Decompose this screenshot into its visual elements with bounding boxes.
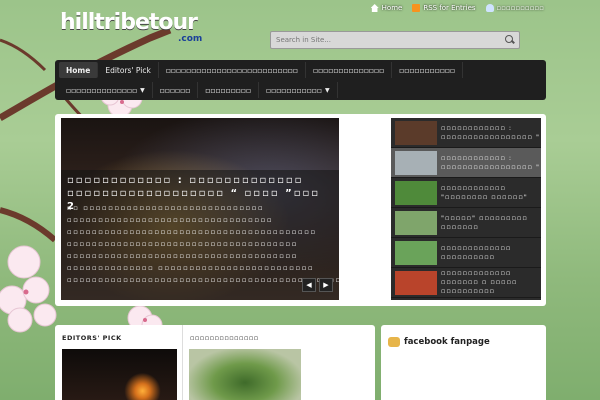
search-box <box>270 31 520 49</box>
editors-pick-heading: EDITORS' PICK <box>62 334 122 342</box>
logo-suffix: .com <box>178 34 203 44</box>
nav-item-8[interactable]: ▫▫▫▫▫▫▫▫▫ <box>198 82 260 98</box>
editors-pick-panel: EDITORS' PICK ▫▫▫▫▫▫▫▫▫▫▫▫▫▫ <box>55 325 375 400</box>
top-links: Home RSS for Entries ▫▫▫▫▫▫▫▫▫▫ <box>370 4 544 12</box>
nav-row-2: ▫▫▫▫▫▫▫▫▫▫▫▫▫▫ ▼ ▫▫▫▫▫▫ ▫▫▫▫▫▫▫▫▫ ▫▫▫▫▫▫… <box>55 80 546 100</box>
facebook-panel: facebook fanpage <box>381 325 546 400</box>
facebook-title[interactable]: facebook fanpage <box>404 337 490 347</box>
thumb-image <box>395 180 437 205</box>
chevron-down-icon: ▼ <box>324 86 330 94</box>
thumb-item[interactable]: ▫▫▫▫▫▫▫▫▫▫▫▫ "▫▫▫▫▫▫▫▫ ▫▫▫▫▫▫" <box>391 178 541 208</box>
nav-item-4[interactable]: ▫▫▫▫▫▫▫▫▫▫▫▫▫▫ <box>306 62 393 78</box>
main-nav: Home Editors' Pick ▫▫▫▫▫▫▫▫▫▫▫▫▫▫▫▫▫▫▫▫▫… <box>55 60 546 100</box>
nav-item-7[interactable]: ▫▫▫▫▫▫ <box>153 82 199 98</box>
thumb-image <box>395 270 437 295</box>
editors-pick-column: EDITORS' PICK <box>55 325 183 400</box>
search-icon[interactable] <box>503 33 517 47</box>
toplink-rss[interactable]: RSS for Entries <box>412 4 476 12</box>
site-logo[interactable]: hilltribetour .com <box>60 8 203 46</box>
chevron-down-icon: ▼ <box>140 86 145 94</box>
toplink-rss-label: RSS for Entries <box>423 4 476 12</box>
thumb-title: ▫▫▫▫▫▫▫▫▫▫▫▫ "▫▫▫▫▫▫▫▫ ▫▫▫▫▫▫" <box>441 183 528 201</box>
category-column: ▫▫▫▫▫▫▫▫▫▫▫▫▫▫ <box>183 325 375 400</box>
thumb-image <box>395 240 437 265</box>
thumb-item[interactable]: "▫▫▫▫▫" ▫▫▫▫▫▫▫▫▫ ▫▫▫▫▫▫▫ <box>391 208 541 238</box>
nav-item-3[interactable]: ▫▫▫▫▫▫▫▫▫▫▫▫▫▫▫▫▫▫▫▫▫▫▫▫▫▫ <box>159 62 306 78</box>
nav-item-9-label: ▫▫▫▫▫▫▫▫▫▫▫ <box>266 85 322 95</box>
toplink-user-label: ▫▫▫▫▫▫▫▫▫▫ <box>496 4 544 12</box>
thumb-image <box>395 120 437 145</box>
nav-row-1: Home Editors' Pick ▫▫▫▫▫▫▫▫▫▫▫▫▫▫▫▫▫▫▫▫▫… <box>55 60 546 80</box>
prev-slide-button[interactable]: ◀ <box>302 278 316 292</box>
category-heading[interactable]: ▫▫▫▫▫▫▫▫▫▫▫▫▫▫ <box>183 325 375 342</box>
thumb-item-active[interactable]: ▫▫▫▫▫▫▫▫▫▫▫▫ : ▫▫▫▫▫▫▫▫▫▫▫▫▫▫▫▫▫ " <box>391 148 541 178</box>
logo-text: hilltribetour <box>60 10 198 35</box>
featured-slider: ▫▫▫▫▫▫▫▫▫▫▫▫ : ▫▫▫▫▫▫▫▫▫▫▫▫▫ ▫▫▫▫▫▫▫▫▫▫▫… <box>55 114 546 306</box>
nav-item-editors-pick[interactable]: Editors' Pick <box>98 62 159 78</box>
rss-icon <box>412 4 421 12</box>
featured-excerpt: ▫▫ ▫▫▫▫▫▫▫▫▫▫▫▫▫▫▫▫▫▫▫▫▫▫▫▫▫▫▫▫▫ ▫▫▫▫▫▫▫… <box>67 204 339 284</box>
next-slide-button[interactable]: ▶ <box>319 278 333 292</box>
category-image[interactable] <box>189 349 301 400</box>
slider-arrows: ◀ ▶ <box>302 278 333 292</box>
thumb-item[interactable]: ▫▫▫▫▫▫▫▫▫▫▫▫▫ ▫▫▫▫▫▫▫ ▫ ▫▫▫▫▫ ▫▫▫▫▫▫▫▫▫▫ <box>391 268 541 298</box>
toplink-home-label: Home <box>381 4 403 12</box>
user-icon <box>485 4 494 12</box>
home-icon <box>370 4 379 12</box>
featured-slide[interactable]: ▫▫▫▫▫▫▫▫▫▫▫▫ : ▫▫▫▫▫▫▫▫▫▫▫▫▫ ▫▫▫▫▫▫▫▫▫▫▫… <box>61 118 339 300</box>
nav-item-6-label: ▫▫▫▫▫▫▫▫▫▫▫▫▫▫ <box>66 85 138 95</box>
thumb-title: ▫▫▫▫▫▫▫▫▫▫▫▫▫ ▫▫▫▫▫▫▫▫▫▫ <box>441 243 512 261</box>
nav-item-6[interactable]: ▫▫▫▫▫▫▫▫▫▫▫▫▫▫ ▼ <box>59 82 153 98</box>
thumb-item[interactable]: ▫▫▫▫▫▫▫▫▫▫▫▫▫ ▫▫▫▫▫▫▫▫▫▫ <box>391 238 541 268</box>
editors-pick-image[interactable] <box>62 349 177 400</box>
thumb-title: "▫▫▫▫▫" ▫▫▫▫▫▫▫▫▫ ▫▫▫▫▫▫▫ <box>441 213 528 231</box>
toplink-home[interactable]: Home <box>370 4 403 12</box>
facebook-heading: facebook fanpage <box>381 325 546 347</box>
thumb-title: ▫▫▫▫▫▫▫▫▫▫▫▫▫ ▫▫▫▫▫▫▫ ▫ ▫▫▫▫▫ ▫▫▫▫▫▫▫▫▫▫ <box>441 269 518 295</box>
thumbs-up-icon <box>388 337 400 347</box>
nav-item-home[interactable]: Home <box>59 62 99 78</box>
thumb-image <box>395 150 437 175</box>
nav-item-9[interactable]: ▫▫▫▫▫▫▫▫▫▫▫ ▼ <box>259 82 338 98</box>
thumb-item[interactable]: ▫▫▫▫▫▫▫▫▫▫▫▫ : ▫▫▫▫▫▫▫▫▫▫▫▫▫▫▫▫▫ " <box>391 118 541 148</box>
toplink-user[interactable]: ▫▫▫▫▫▫▫▫▫▫ <box>485 4 544 12</box>
search-input[interactable] <box>271 36 503 44</box>
thumb-image <box>395 210 437 235</box>
thumb-title: ▫▫▫▫▫▫▫▫▫▫▫▫ : ▫▫▫▫▫▫▫▫▫▫▫▫▫▫▫▫▫ " <box>441 153 540 171</box>
slider-thumbnails: ▫▫▫▫▫▫▫▫▫▫▫▫ : ▫▫▫▫▫▫▫▫▫▫▫▫▫▫▫▫▫ " ▫▫▫▫▫… <box>391 118 541 300</box>
nav-item-5[interactable]: ▫▫▫▫▫▫▫▫▫▫▫ <box>392 62 464 78</box>
thumb-title: ▫▫▫▫▫▫▫▫▫▫▫▫ : ▫▫▫▫▫▫▫▫▫▫▫▫▫▫▫▫▫ " <box>441 123 540 141</box>
